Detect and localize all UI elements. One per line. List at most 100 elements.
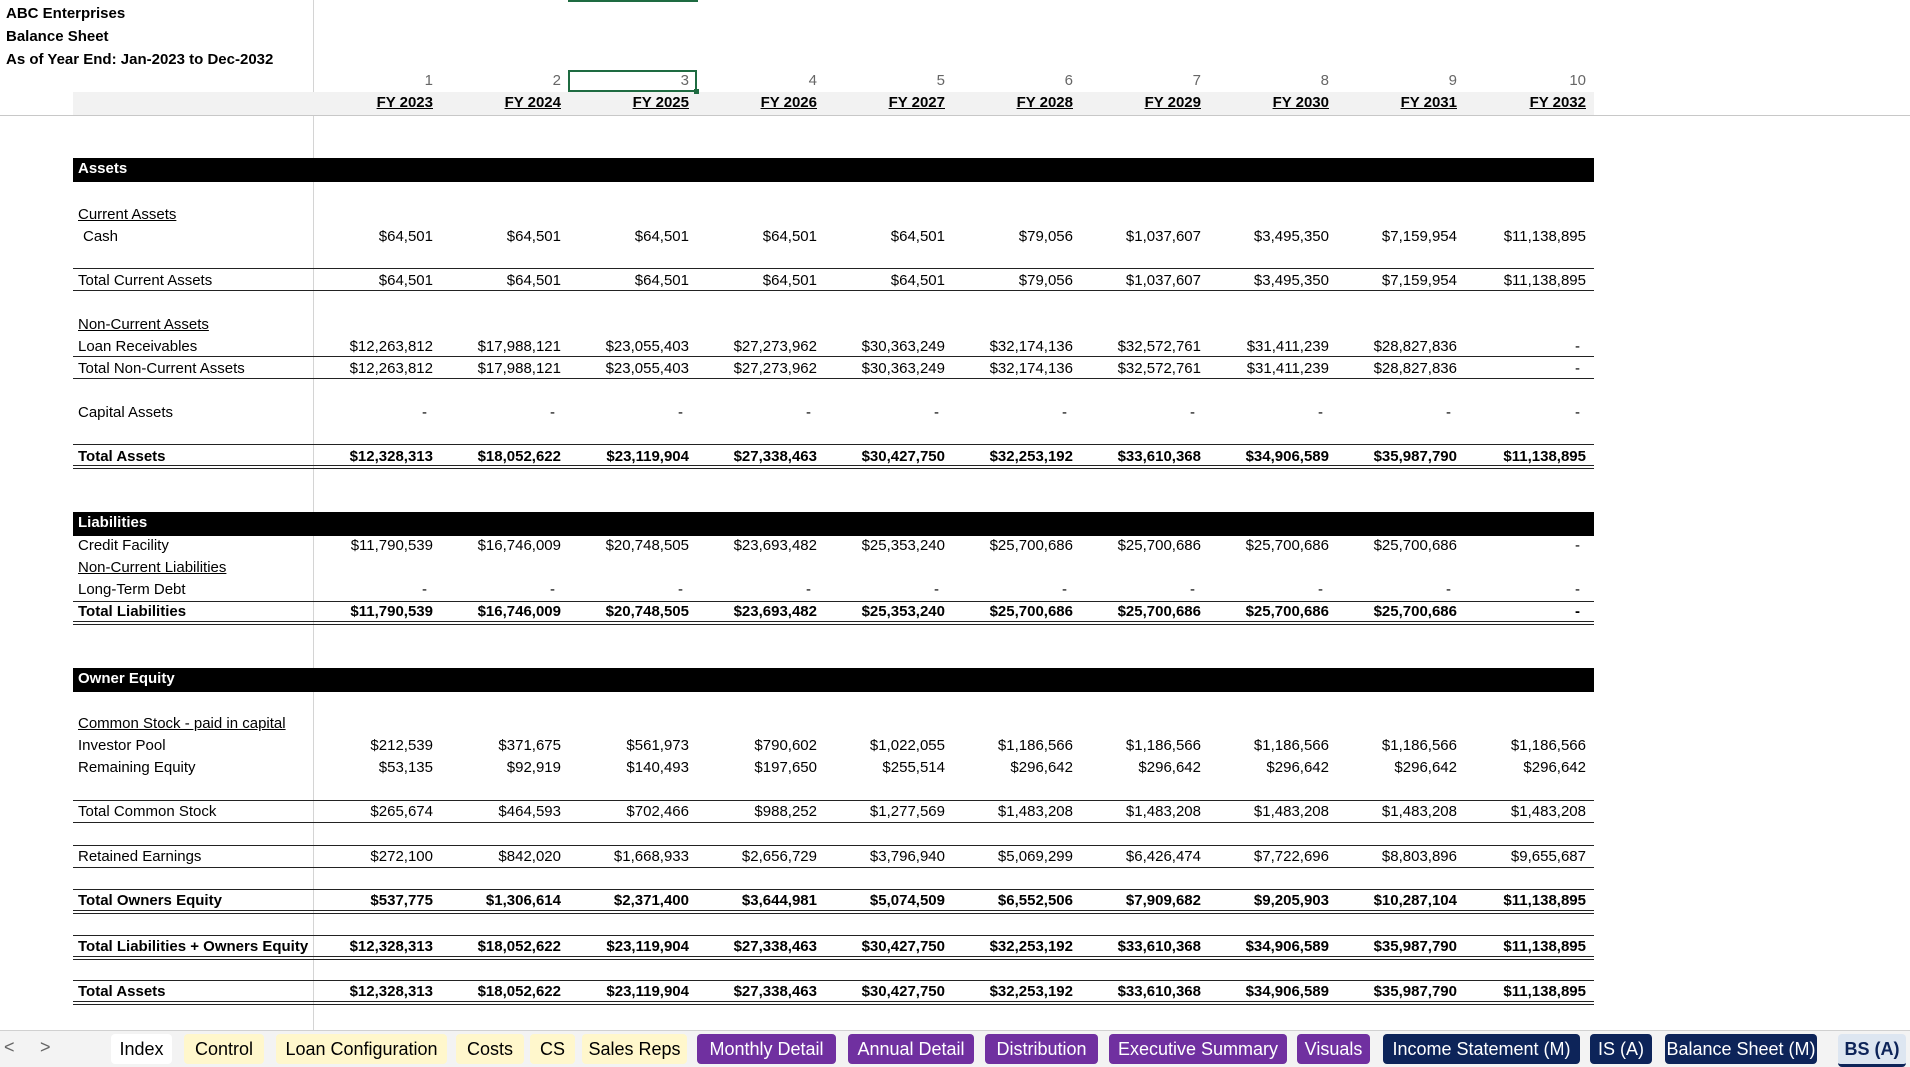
value-cell[interactable]: $2,371,400 xyxy=(565,890,689,912)
value-cell[interactable]: - xyxy=(1327,402,1451,424)
value-cell[interactable]: $255,514 xyxy=(821,757,945,779)
value-cell[interactable]: $23,119,904 xyxy=(565,936,689,958)
value-cell[interactable]: $1,483,208 xyxy=(1462,801,1586,823)
value-cell[interactable]: $25,700,686 xyxy=(1205,535,1329,557)
value-cell[interactable]: $464,593 xyxy=(437,801,561,823)
value-cell[interactable]: $1,277,569 xyxy=(821,801,945,823)
value-cell[interactable]: $3,495,350 xyxy=(1205,226,1329,248)
value-cell[interactable]: $30,427,750 xyxy=(821,936,945,958)
value-cell[interactable]: $702,466 xyxy=(565,801,689,823)
value-cell[interactable]: $11,138,895 xyxy=(1462,981,1586,1003)
value-cell[interactable]: $140,493 xyxy=(565,757,689,779)
value-cell[interactable]: $27,338,463 xyxy=(693,446,817,468)
value-cell[interactable]: - xyxy=(687,579,811,601)
sheet-tab[interactable]: IS (A) xyxy=(1590,1034,1652,1064)
value-cell[interactable]: $272,100 xyxy=(309,846,433,868)
value-cell[interactable]: $25,700,686 xyxy=(1077,601,1201,623)
value-cell[interactable]: $18,052,622 xyxy=(437,936,561,958)
value-cell[interactable]: $27,273,962 xyxy=(693,358,817,380)
value-cell[interactable]: - xyxy=(303,579,427,601)
value-cell[interactable]: $1,483,208 xyxy=(1077,801,1201,823)
value-cell[interactable]: $16,746,009 xyxy=(437,535,561,557)
value-cell[interactable]: $64,501 xyxy=(437,270,561,292)
value-cell[interactable]: - xyxy=(1071,579,1195,601)
value-cell[interactable]: - xyxy=(815,402,939,424)
sheet-tab[interactable]: Index xyxy=(111,1034,172,1064)
sheet-tab[interactable]: CS xyxy=(530,1034,575,1064)
value-cell[interactable]: - xyxy=(431,402,555,424)
value-cell[interactable]: $9,205,903 xyxy=(1205,890,1329,912)
value-cell[interactable]: $23,693,482 xyxy=(693,535,817,557)
value-cell[interactable]: $1,037,607 xyxy=(1077,270,1201,292)
value-cell[interactable]: - xyxy=(943,579,1067,601)
value-cell[interactable]: $12,263,812 xyxy=(309,358,433,380)
sheet-tab[interactable]: Executive Summary xyxy=(1109,1034,1287,1064)
value-cell[interactable]: $23,055,403 xyxy=(565,358,689,380)
value-cell[interactable]: - xyxy=(1456,535,1580,557)
value-cell[interactable]: $64,501 xyxy=(565,270,689,292)
value-cell[interactable]: $32,174,136 xyxy=(949,336,1073,358)
value-cell[interactable]: $20,748,505 xyxy=(565,535,689,557)
value-cell[interactable]: - xyxy=(1456,601,1580,623)
value-cell[interactable]: $11,790,539 xyxy=(309,535,433,557)
value-cell[interactable]: $12,328,313 xyxy=(309,981,433,1003)
value-cell[interactable]: $1,483,208 xyxy=(949,801,1073,823)
value-cell[interactable]: $1,037,607 xyxy=(1077,226,1201,248)
value-cell[interactable]: $25,700,686 xyxy=(949,535,1073,557)
value-cell[interactable]: $30,363,249 xyxy=(821,358,945,380)
sheet-tab[interactable]: Balance Sheet (M) xyxy=(1665,1034,1817,1064)
value-cell[interactable]: - xyxy=(1456,358,1580,380)
value-cell[interactable]: $27,338,463 xyxy=(693,936,817,958)
value-cell[interactable]: $988,252 xyxy=(693,801,817,823)
value-cell[interactable]: $1,306,614 xyxy=(437,890,561,912)
value-cell[interactable]: $25,700,686 xyxy=(949,601,1073,623)
value-cell[interactable]: $1,186,566 xyxy=(1077,735,1201,757)
scroll-left-icon[interactable]: < xyxy=(4,1037,15,1058)
value-cell[interactable]: $296,642 xyxy=(1205,757,1329,779)
value-cell[interactable]: $23,119,904 xyxy=(565,981,689,1003)
value-cell[interactable]: - xyxy=(815,579,939,601)
value-cell[interactable]: $64,501 xyxy=(821,226,945,248)
value-cell[interactable]: $33,610,368 xyxy=(1077,981,1201,1003)
value-cell[interactable]: $32,253,192 xyxy=(949,446,1073,468)
value-cell[interactable]: $8,803,896 xyxy=(1333,846,1457,868)
value-cell[interactable]: - xyxy=(559,579,683,601)
value-cell[interactable]: $296,642 xyxy=(1077,757,1201,779)
value-cell[interactable]: $33,610,368 xyxy=(1077,446,1201,468)
value-cell[interactable]: $12,328,313 xyxy=(309,446,433,468)
value-cell[interactable]: $28,827,836 xyxy=(1333,336,1457,358)
value-cell[interactable]: $7,159,954 xyxy=(1333,226,1457,248)
value-cell[interactable]: $1,022,055 xyxy=(821,735,945,757)
value-cell[interactable]: $23,119,904 xyxy=(565,446,689,468)
value-cell[interactable]: - xyxy=(687,402,811,424)
value-cell[interactable]: $35,987,790 xyxy=(1333,446,1457,468)
value-cell[interactable]: $296,642 xyxy=(1462,757,1586,779)
value-cell[interactable]: $11,138,895 xyxy=(1462,446,1586,468)
value-cell[interactable]: $35,987,790 xyxy=(1333,981,1457,1003)
value-cell[interactable]: $34,906,589 xyxy=(1205,446,1329,468)
value-cell[interactable]: $11,138,895 xyxy=(1462,890,1586,912)
value-cell[interactable]: $79,056 xyxy=(949,270,1073,292)
value-cell[interactable]: $32,253,192 xyxy=(949,936,1073,958)
value-cell[interactable]: $1,186,566 xyxy=(1205,735,1329,757)
value-cell[interactable]: $32,253,192 xyxy=(949,981,1073,1003)
value-cell[interactable]: $265,674 xyxy=(309,801,433,823)
value-cell[interactable]: $28,827,836 xyxy=(1333,358,1457,380)
value-cell[interactable]: $9,655,687 xyxy=(1462,846,1586,868)
value-cell[interactable]: $11,790,539 xyxy=(309,601,433,623)
value-cell[interactable]: $64,501 xyxy=(821,270,945,292)
value-cell[interactable]: $64,501 xyxy=(309,226,433,248)
value-cell[interactable]: $561,973 xyxy=(565,735,689,757)
value-cell[interactable]: $25,700,686 xyxy=(1333,535,1457,557)
value-cell[interactable]: $23,055,403 xyxy=(565,336,689,358)
sheet-tab[interactable]: Distribution xyxy=(985,1034,1098,1064)
value-cell[interactable]: $64,501 xyxy=(309,270,433,292)
value-cell[interactable]: $5,069,299 xyxy=(949,846,1073,868)
value-cell[interactable]: $6,552,506 xyxy=(949,890,1073,912)
value-cell[interactable]: $212,539 xyxy=(309,735,433,757)
value-cell[interactable]: $2,656,729 xyxy=(693,846,817,868)
value-cell[interactable]: $3,495,350 xyxy=(1205,270,1329,292)
value-cell[interactable]: $296,642 xyxy=(949,757,1073,779)
value-cell[interactable]: $16,746,009 xyxy=(437,601,561,623)
value-cell[interactable]: - xyxy=(943,402,1067,424)
